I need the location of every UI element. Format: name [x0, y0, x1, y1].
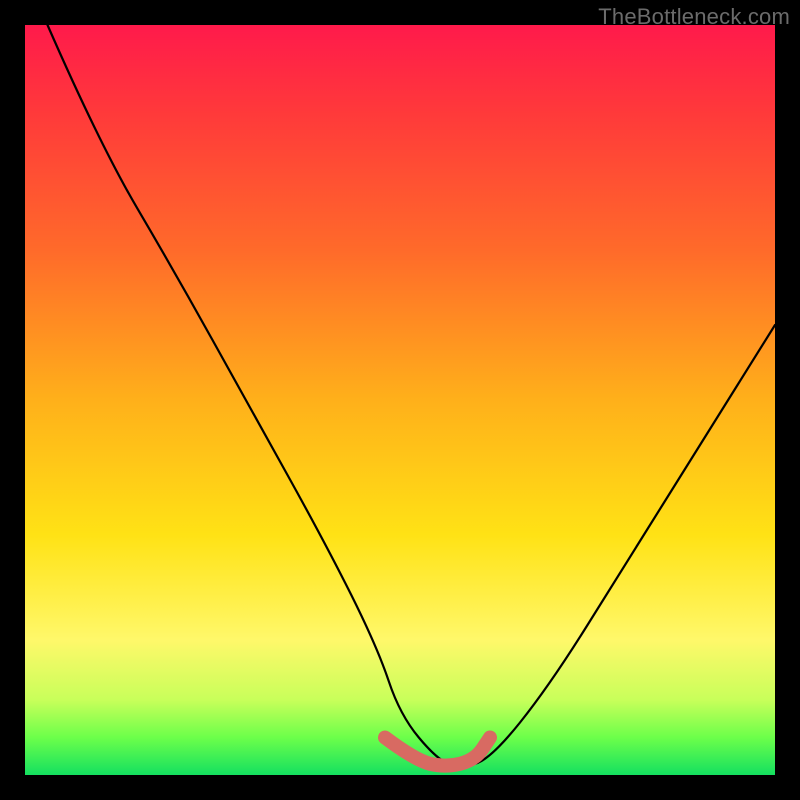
chart-frame: TheBottleneck.com: [0, 0, 800, 800]
optimal-zone-path: [385, 738, 490, 766]
watermark-text: TheBottleneck.com: [598, 4, 790, 30]
curve-layer: [25, 25, 775, 775]
bottleneck-curve-path: [48, 25, 776, 766]
plot-area: [25, 25, 775, 775]
